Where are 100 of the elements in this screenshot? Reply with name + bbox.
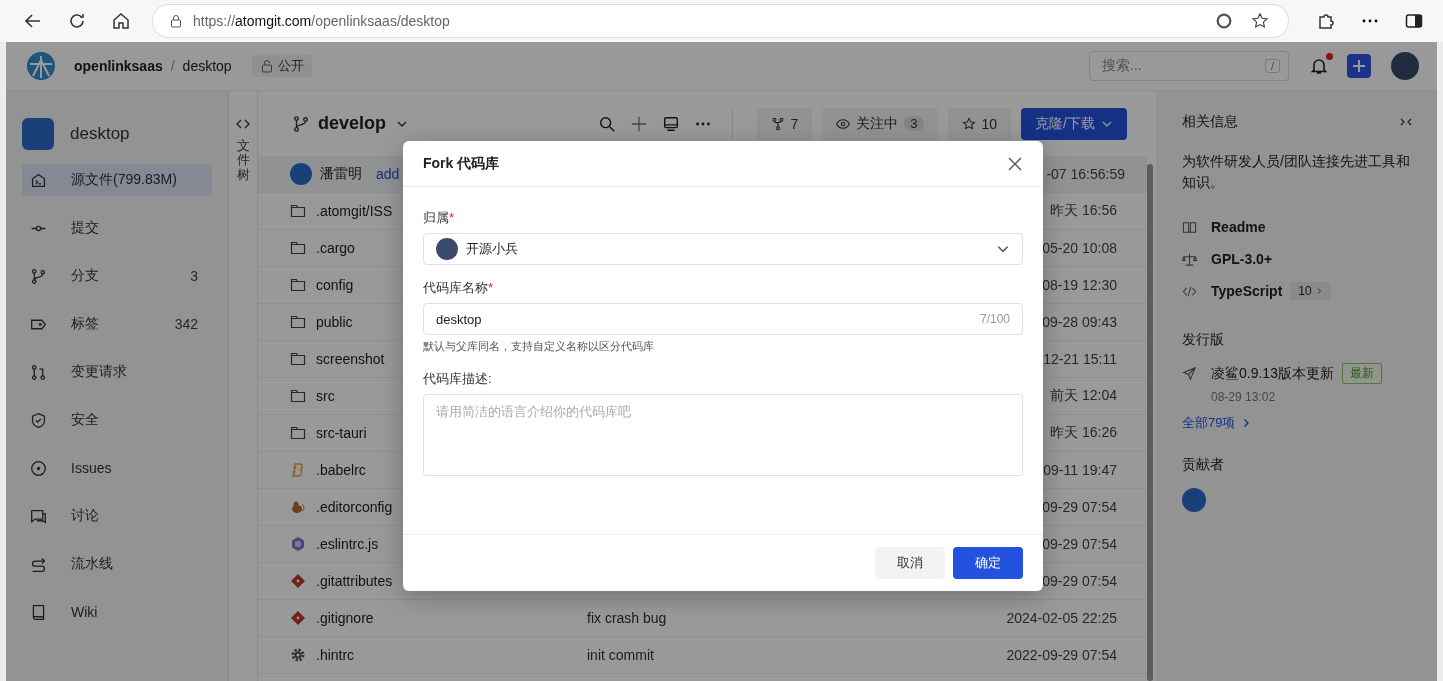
field-label: 归属* [423,210,455,225]
sidebar-toggle-icon[interactable] [1404,11,1424,31]
commit-author[interactable]: 潘雷明 [320,165,362,183]
fork-icon [770,116,785,131]
file-name[interactable]: .eslintrc.js [316,536,379,552]
sidebar-item[interactable]: 分支 3 [22,260,212,292]
file-name[interactable]: public [316,314,353,330]
diamond-icon [290,573,306,589]
reload-icon[interactable] [67,11,87,31]
file-name[interactable]: src [316,388,335,404]
description-field[interactable]: 请用简洁的语言介绍你的代码库吧 [423,394,1023,476]
dialog-title: Fork 代码库 [423,154,500,173]
sidebar-item[interactable]: 讨论 [22,500,212,532]
sidebar-item[interactable]: 源文件(799.83M) [22,164,212,196]
author-avatar [290,163,312,185]
home-icon[interactable] [111,11,131,31]
file-name[interactable]: .babelrc [316,462,366,478]
all-releases-link[interactable]: 全部79项 [1182,414,1236,432]
code-icon[interactable] [236,117,250,131]
scrollbar[interactable] [1147,164,1153,681]
sidebar-item[interactable]: Wiki [22,596,212,628]
folder-icon [290,240,306,256]
help-text: 默认与父库同名，支持自定义名称以区分代码库 [423,339,655,354]
plus-icon [1352,59,1366,73]
release-date: 08-29 13:02 [1211,390,1277,404]
repo-name: desktop [70,124,130,144]
search-icon[interactable] [597,114,616,133]
file-date: 2024-02-05 22:25 [1006,610,1117,626]
file-name[interactable]: src-tauri [316,425,367,441]
file-name[interactable]: config [316,277,354,293]
latest-badge: 最新 [1341,363,1382,384]
user-avatar[interactable] [1391,52,1419,80]
file-date: 05-20 10:08 [1042,240,1117,256]
code-icon [30,171,47,189]
file-name[interactable]: screenshot [316,351,385,367]
info-link[interactable]: Readme [1211,219,1266,235]
file-name[interactable]: .cargo [316,240,355,256]
star-icon[interactable] [1251,12,1269,30]
lock-icon [259,59,274,73]
address-bar[interactable]: https://atomgit.com/openlinksaas/desktop [152,4,1289,38]
sidebar-item[interactable]: 流水线 [22,548,212,580]
folder-icon [290,277,306,293]
fork-button[interactable]: 7 [756,107,813,140]
diamond-icon [290,610,306,626]
monitor-icon[interactable] [661,114,680,133]
file-date: 昨天 16:56 [1050,202,1117,220]
file-date: 09-29 07:54 [1042,499,1117,515]
book-icon [1182,219,1197,235]
site-logo[interactable] [26,51,56,81]
gear-icon [290,647,306,663]
file-name[interactable]: .atomgit/ISS [316,203,393,219]
confirm-button[interactable]: 确定 [953,547,1023,579]
sidebar-item[interactable]: 安全 [22,404,212,436]
paper-plane-icon [1182,366,1197,381]
file-name[interactable]: .hintrc [316,647,355,663]
sidebar-item[interactable]: 变更请求 [22,356,212,388]
file-name[interactable]: .gitattributes [316,573,393,589]
puzzle-icon[interactable] [1316,11,1336,31]
field-label: 代码库名称* [423,280,494,295]
merge-icon [30,363,47,381]
folder-icon [290,203,306,219]
path-separator: / [170,58,175,74]
scale-icon [1182,251,1197,267]
file-date: 09-28 09:43 [1042,314,1117,330]
star-icon [961,116,976,131]
file-name[interactable]: .editorconfig [316,499,393,515]
commit-message[interactable]: init commit [587,647,654,663]
sidebar-item[interactable]: 提交 [22,212,212,244]
sidebar-item[interactable]: Issues [22,452,212,484]
file-name[interactable]: .gitignore [316,610,374,626]
commit-message[interactable]: fix crash bug [587,610,667,626]
contributor-avatar[interactable] [1182,488,1206,512]
info-link[interactable]: TypeScript [1211,283,1283,299]
star-button[interactable]: 10 [947,107,1012,140]
sidebar-item[interactable]: 标签 342 [22,308,212,340]
folder-icon [290,388,306,404]
repo-link[interactable]: desktop [182,58,232,74]
branch-selector[interactable]: develop [318,113,387,134]
file-tree-toggle[interactable]: 文件树 [236,139,250,182]
language-count[interactable]: 10 [1290,282,1331,300]
watch-button[interactable]: 关注中 3 [822,107,938,140]
clone-button[interactable]: 克隆/下载 [1021,107,1127,140]
owner-select[interactable]: 开源小兵 [423,233,1023,265]
release-name[interactable]: 凌鲨0.9.13版本更新 [1211,364,1334,383]
create-button[interactable] [1347,54,1371,78]
shield-icon [30,411,47,429]
lock-icon[interactable] [169,14,183,28]
close-icon[interactable] [1007,155,1023,172]
file-date: 09-29 07:54 [1042,573,1117,589]
search-field[interactable]: 搜索... / [1089,51,1289,81]
file-date: 2022-09-29 07:54 [1006,647,1117,663]
info-link[interactable]: GPL-3.0+ [1211,251,1273,267]
name-field[interactable]: desktop 7/100 [423,303,1023,335]
repo-description: 为软件研发人员/团队连接先进工具和知识。 [1182,152,1411,192]
folder-icon [290,425,306,441]
bell-icon[interactable] [1309,56,1329,76]
cancel-button[interactable]: 取消 [875,547,945,579]
commit-message[interactable]: add [376,166,400,182]
owner-link[interactable]: openlinksaas [74,58,163,74]
file-date: 09-29 07:54 [1042,536,1117,552]
